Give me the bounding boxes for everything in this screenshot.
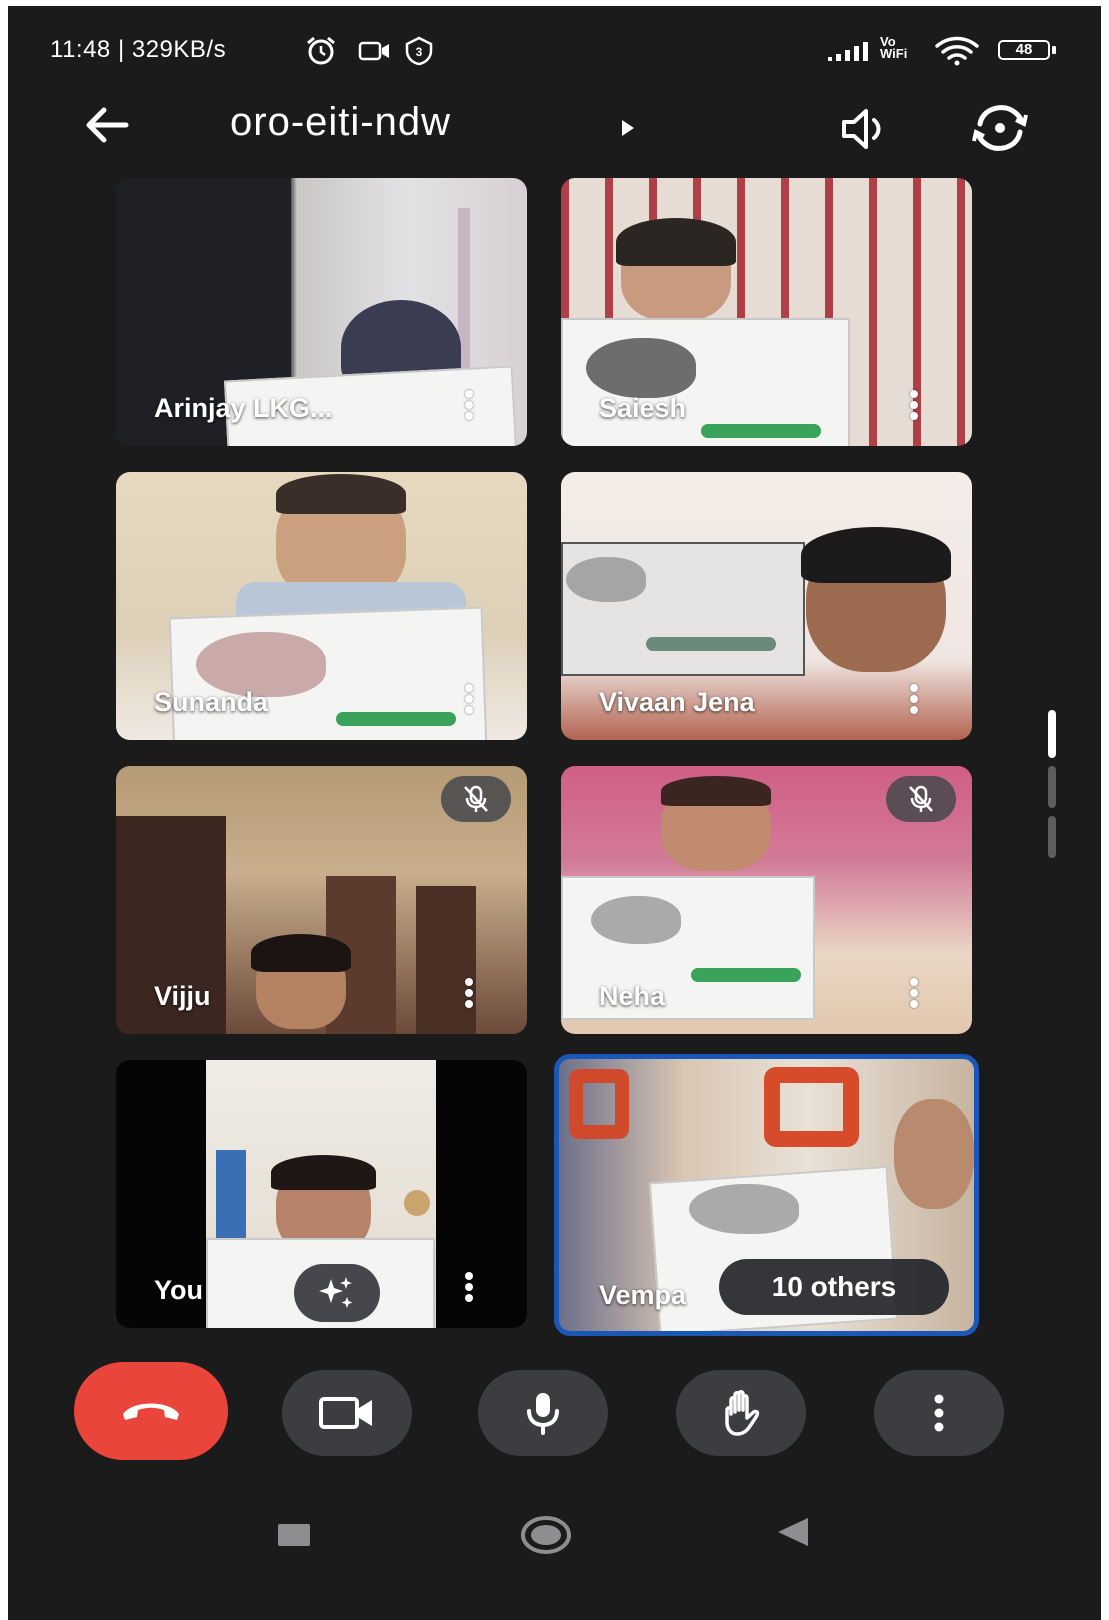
alarm-icon	[307, 36, 335, 65]
participant-tile-arinjay[interactable]: Arinjay LKG...	[116, 178, 527, 446]
tile-options-icon[interactable]	[908, 978, 920, 1012]
effects-button[interactable]	[294, 1264, 380, 1322]
switch-camera-icon[interactable]	[970, 104, 1030, 152]
mic-off-icon	[909, 785, 933, 812]
participant-name: You	[154, 1275, 203, 1305]
wifi-icon	[935, 36, 979, 66]
video-notification-icon	[358, 41, 389, 61]
participant-name: Sunanda	[154, 687, 269, 717]
tile-options-icon[interactable]	[463, 684, 475, 718]
participant-tile-neha[interactable]: Neha	[561, 766, 972, 1034]
microphone-icon	[527, 1393, 559, 1435]
participant-tile-vijju[interactable]: Vijju	[116, 766, 527, 1034]
end-call-button[interactable]	[74, 1362, 228, 1460]
battery-level: 48	[1015, 41, 1033, 58]
home-icon[interactable]	[520, 1514, 572, 1556]
more-vertical-icon	[934, 1394, 944, 1432]
participant-tile-vivaan-jena[interactable]: Vivaan Jena	[561, 472, 972, 740]
video-camera-icon	[319, 1397, 372, 1429]
scrollbar-track[interactable]	[1048, 816, 1056, 858]
microphone-button[interactable]	[478, 1370, 608, 1456]
recent-apps-icon[interactable]	[278, 1524, 310, 1546]
camera-button[interactable]	[282, 1370, 412, 1456]
tile-options-icon[interactable]	[463, 978, 475, 1012]
hang-up-icon	[123, 1403, 179, 1420]
tile-options-icon[interactable]	[908, 684, 920, 718]
scrollbar-thumb[interactable]	[1048, 710, 1056, 758]
speaker-icon[interactable]	[840, 106, 894, 152]
muted-badge	[886, 776, 956, 822]
back-icon[interactable]	[774, 1516, 810, 1548]
tile-options-icon[interactable]	[908, 390, 920, 424]
meeting-code-title[interactable]: oro-eiti-ndw	[230, 100, 451, 145]
participant-tile-saiesh[interactable]: Saiesh	[561, 178, 972, 446]
participant-tile-others[interactable]: Vempa 10 others	[554, 1054, 979, 1336]
phone-screen: 11:48 | 329KB/s 3 Vo WiFi 48 oro-eiti-nd…	[8, 6, 1101, 1620]
participant-name: Vempa	[599, 1280, 687, 1310]
more-options-button[interactable]	[874, 1370, 1004, 1456]
others-count-label: 10 others	[771, 1271, 897, 1302]
participant-name: Vivaan Jena	[599, 687, 755, 717]
participant-name: Saiesh	[599, 393, 687, 423]
tile-options-icon[interactable]	[463, 390, 475, 424]
signal-icon	[828, 42, 868, 61]
raise-hand-icon	[725, 1390, 760, 1436]
shield-badge-icon: 3	[405, 36, 433, 66]
play-arrow-icon[interactable]	[620, 118, 636, 138]
raise-hand-button[interactable]	[676, 1370, 806, 1456]
participant-name: Neha	[599, 981, 666, 1011]
tile-options-icon[interactable]	[463, 1272, 475, 1306]
others-count-pill[interactable]: 10 others	[719, 1259, 949, 1315]
participant-name: Arinjay LKG...	[154, 393, 333, 423]
battery-icon: 48	[998, 38, 1058, 64]
status-time-speed: 11:48 | 329KB/s	[50, 36, 227, 63]
muted-badge	[441, 776, 511, 822]
notification-count: 3	[416, 45, 423, 59]
sparkle-effects-icon	[319, 1277, 353, 1308]
participant-tile-you[interactable]: You	[116, 1060, 527, 1328]
scrollbar-track[interactable]	[1048, 766, 1056, 808]
mic-off-icon	[464, 785, 488, 812]
participant-tile-sunanda[interactable]: Sunanda	[116, 472, 527, 740]
back-arrow-icon[interactable]	[80, 100, 134, 150]
vowifi-icon: Vo WiFi	[880, 34, 908, 61]
participant-name: Vijju	[154, 981, 211, 1011]
